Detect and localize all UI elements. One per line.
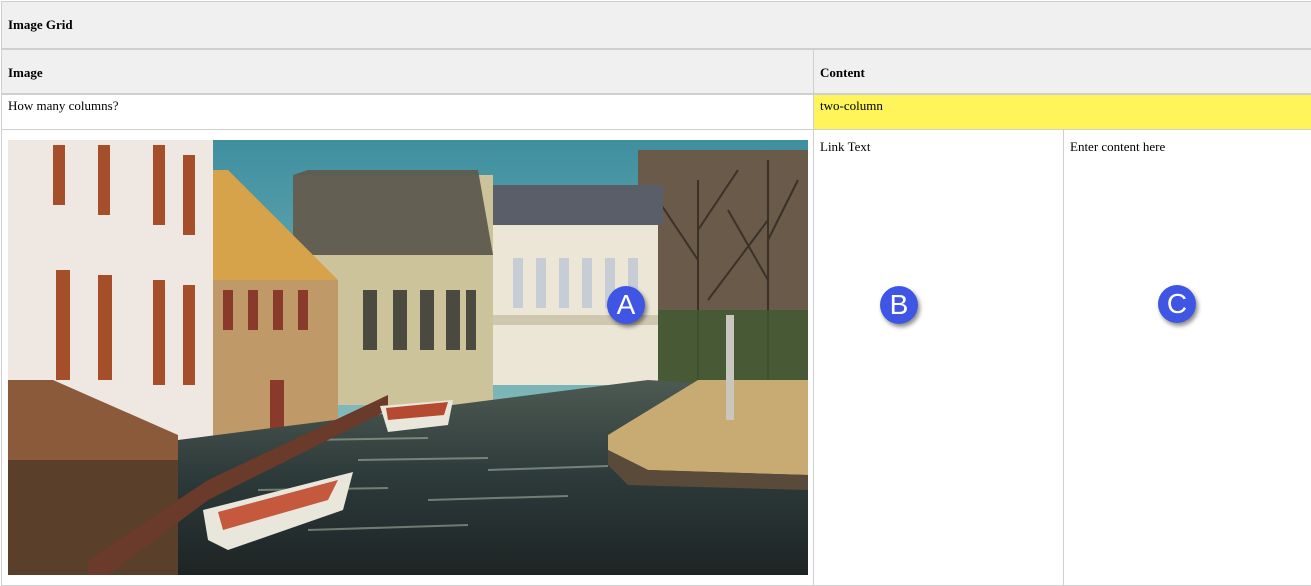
image-column-header: Image [8,64,43,80]
columns-value-field[interactable]: two-column [814,95,1311,114]
image-header-cell: Image [1,48,814,95]
link-text-field[interactable]: Link Text [814,130,1063,155]
marker-b: B [880,286,918,324]
marker-c: C [1158,285,1196,323]
column-c-content: Enter content here C [1064,130,1311,585]
canal-photo-illustration [8,140,808,575]
column-b-content: Link Text B [814,130,1063,585]
columns-prompt-cell: How many columns? [1,93,814,130]
image-grid-table: Image Grid Image Content How many column… [0,1,1311,586]
marker-a: A [607,286,645,324]
image-grid-editor: Image Grid Image Content How many column… [0,0,1311,586]
columns-prompt-label: How many columns? [8,97,119,113]
grid-title: Image Grid [8,17,73,32]
image-cell[interactable]: A [1,129,814,586]
content-header-cell: Content [812,48,1311,95]
content-column-header: Content [820,64,865,80]
column-b-cell[interactable]: Link Text B [813,129,1064,586]
column-c-cell[interactable]: Enter content here C [1062,129,1311,586]
content-field[interactable]: Enter content here [1064,130,1311,155]
grid-title-cell: Image Grid [0,1,1311,50]
canal-photo[interactable]: A [8,140,808,575]
columns-value-cell[interactable]: two-column [812,93,1311,130]
